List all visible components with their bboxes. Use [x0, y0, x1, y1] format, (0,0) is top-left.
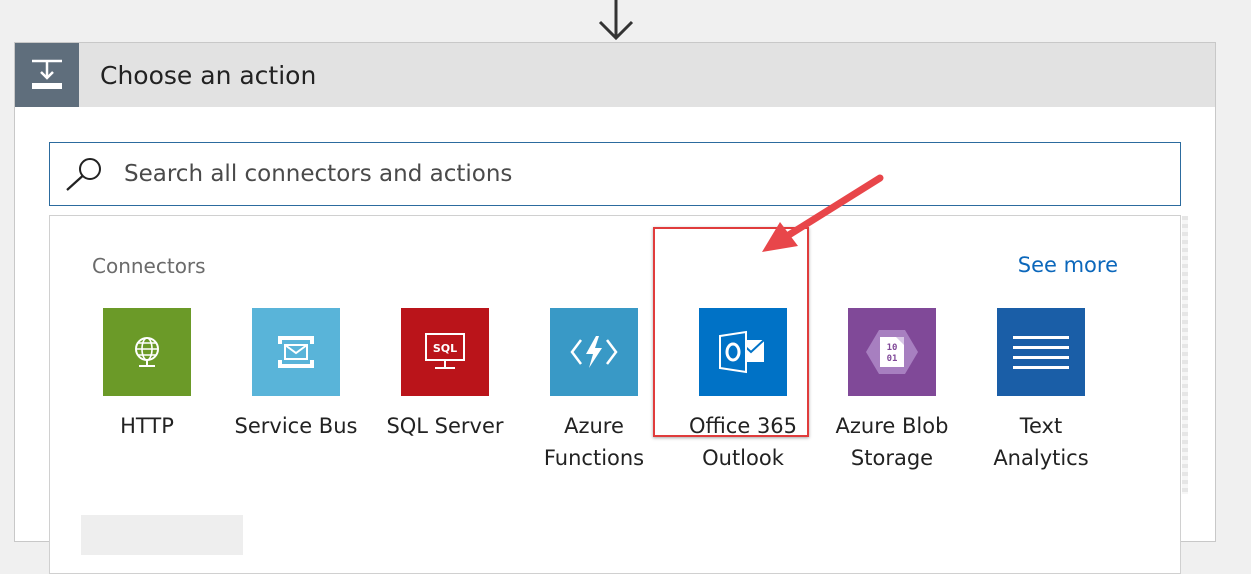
sql-icon: SQL: [401, 308, 489, 396]
connector-text-analytics[interactable]: Text Analytics: [971, 308, 1111, 474]
action-tab-placeholder[interactable]: [81, 515, 243, 555]
connector-label: Azure Blob Storage: [835, 414, 949, 470]
flow-down-arrow-icon: [598, 0, 634, 41]
search-icon: [66, 158, 101, 191]
connector-label: HTTP: [120, 414, 174, 438]
card-header[interactable]: Choose an action: [15, 43, 1215, 107]
choose-action-card: Choose an action Connectors See more: [14, 42, 1216, 574]
action-step-icon: [15, 43, 79, 107]
connector-sql-server[interactable]: SQL SQL Server: [375, 308, 515, 442]
svg-text:SQL: SQL: [433, 342, 457, 355]
connectors-panel: Connectors See more HTTP Service Bus SQL…: [49, 215, 1188, 495]
connector-azure-functions[interactable]: Azure Functions: [524, 308, 664, 474]
connector-http[interactable]: HTTP: [77, 308, 217, 442]
see-more-link[interactable]: See more: [1018, 253, 1118, 277]
search-input[interactable]: [124, 143, 1164, 205]
search-box[interactable]: [49, 142, 1181, 206]
connector-label: Text Analytics: [993, 414, 1089, 470]
connectors-heading: Connectors: [92, 254, 206, 278]
actions-panel: [49, 494, 1181, 574]
connector-label: Service Bus: [234, 414, 358, 438]
connector-service-bus[interactable]: Service Bus: [226, 308, 366, 442]
svg-text:01: 01: [887, 354, 898, 364]
page-title: Choose an action: [100, 61, 317, 90]
globe-icon: [103, 308, 191, 396]
connector-azure-blob-storage[interactable]: 10 01 Azure Blob Storage: [822, 308, 962, 474]
annotation-arrow-icon: [762, 174, 884, 252]
svg-text:10: 10: [887, 343, 898, 353]
service-bus-icon: [252, 308, 340, 396]
panel-scrollbar[interactable]: [1182, 216, 1188, 494]
text-lines-icon: [997, 308, 1085, 396]
connector-label: Azure Functions: [543, 414, 645, 470]
connector-label: SQL Server: [386, 414, 504, 438]
azure-functions-icon: [550, 308, 638, 396]
blob-storage-icon: 10 01: [848, 308, 936, 396]
